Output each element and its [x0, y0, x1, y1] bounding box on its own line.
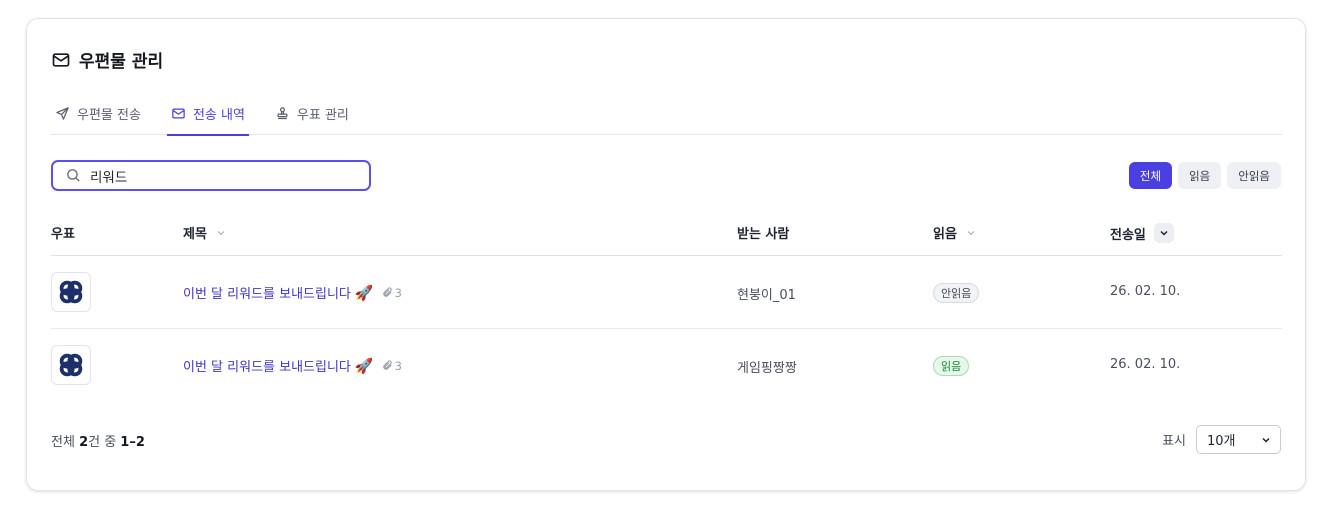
status-badge: 안읽음	[933, 283, 980, 303]
attachment-count: 3	[382, 286, 402, 300]
stamp-thumbnail	[51, 272, 91, 312]
column-header-sent-date[interactable]: 전송일	[1110, 223, 1174, 243]
recipient-name: 게임핑짱짱	[737, 361, 797, 376]
column-header-label: 받는 사람	[737, 227, 790, 242]
mail-management-card: 우편물 관리 우편물 전송 전송 내역 우표 관리 전체 읽음 안읽음 우표 제…	[26, 18, 1306, 491]
chevron-down-icon	[967, 230, 975, 235]
mail-subject-link[interactable]: 이번 달 리워드를 보내드립니다 🚀 3	[183, 356, 402, 376]
column-header-stamp: 우표	[51, 223, 75, 242]
recipient-name: 현붕이_01	[737, 288, 796, 303]
column-header-read[interactable]: 읽음	[933, 223, 977, 242]
tab-label: 전송 내역	[192, 107, 245, 123]
tab-bar: 우편물 전송 전송 내역 우표 관리	[51, 91, 1282, 136]
chevron-down-icon	[1160, 230, 1168, 236]
stamp-logo-icon	[59, 280, 83, 304]
tab-send-mail[interactable]: 우편물 전송	[51, 91, 145, 135]
stamp-icon	[277, 106, 288, 119]
mail-icon	[172, 108, 185, 118]
attachment-count-text: 3	[394, 358, 402, 373]
attachment-count: 3	[382, 359, 402, 373]
send-icon	[56, 106, 69, 120]
table-row[interactable]: 이번 달 리워드를 보내드립니다 🚀 3 게임핑짱짱 읽음 26. 02. 10…	[51, 329, 1282, 402]
tab-stamp-management[interactable]: 우표 관리	[271, 91, 353, 135]
summary-mid: 건 중	[88, 435, 121, 450]
page-title: 우편물 관리	[79, 52, 164, 72]
filter-unread-button[interactable]: 안읽음	[1227, 162, 1281, 189]
column-header-recipient: 받는 사람	[737, 223, 789, 242]
column-header-label: 우표	[51, 227, 75, 242]
paperclip-icon	[382, 360, 392, 370]
filter-all-button[interactable]: 전체	[1128, 162, 1173, 189]
search-box	[51, 160, 371, 191]
search-icon	[67, 169, 80, 182]
search-input[interactable]	[90, 167, 350, 184]
stamp-logo-icon	[59, 353, 83, 377]
mail-subject-text: 이번 달 리워드를 보내드립니다	[183, 360, 351, 375]
table-row[interactable]: 이번 달 리워드를 보내드립니다 🚀 3 현붕이_01 안읽음 26. 02. …	[51, 256, 1282, 329]
summary-range: 1–2	[120, 435, 145, 450]
column-header-label: 전송일	[1110, 227, 1146, 243]
read-filter-group: 전체 읽음 안읽음	[1128, 162, 1281, 189]
page-size-select[interactable]: 10개	[1196, 425, 1281, 454]
tab-sent-history[interactable]: 전송 내역	[166, 91, 249, 136]
column-header-label: 읽음	[933, 227, 957, 242]
page-size-label: 표시	[1162, 434, 1186, 449]
chevron-down-icon	[217, 230, 225, 235]
sent-date: 26. 02. 10.	[1110, 357, 1181, 372]
chevron-down-icon	[1262, 437, 1270, 443]
page-header: 우편물 관리	[51, 47, 163, 72]
mail-icon	[52, 52, 70, 67]
filter-read-button[interactable]: 읽음	[1178, 162, 1222, 189]
paperclip-icon	[382, 287, 392, 297]
tab-label: 우표 관리	[296, 107, 349, 123]
summary-prefix: 전체	[51, 435, 80, 450]
status-badge: 읽음	[933, 356, 970, 376]
mail-subject-text: 이번 달 리워드를 보내드립니다	[183, 287, 351, 302]
attachment-count-text: 3	[394, 285, 402, 300]
tab-label: 우편물 전송	[77, 107, 141, 123]
page-size-control: 표시 10개	[1162, 425, 1281, 454]
pagination-summary: 전체 2건 중 1–2	[51, 431, 145, 450]
column-header-label: 제목	[183, 227, 207, 242]
mail-subject-link[interactable]: 이번 달 리워드를 보내드립니다 🚀 3	[183, 283, 402, 303]
rocket-emoji: 🚀	[354, 356, 374, 375]
summary-total: 2	[79, 435, 89, 450]
sent-date: 26. 02. 10.	[1110, 284, 1181, 299]
sort-toggle[interactable]	[1153, 223, 1174, 243]
rocket-emoji: 🚀	[354, 283, 374, 302]
column-header-subject[interactable]: 제목	[183, 223, 227, 242]
stamp-thumbnail	[51, 345, 91, 385]
page-size-value: 10개	[1207, 434, 1236, 449]
